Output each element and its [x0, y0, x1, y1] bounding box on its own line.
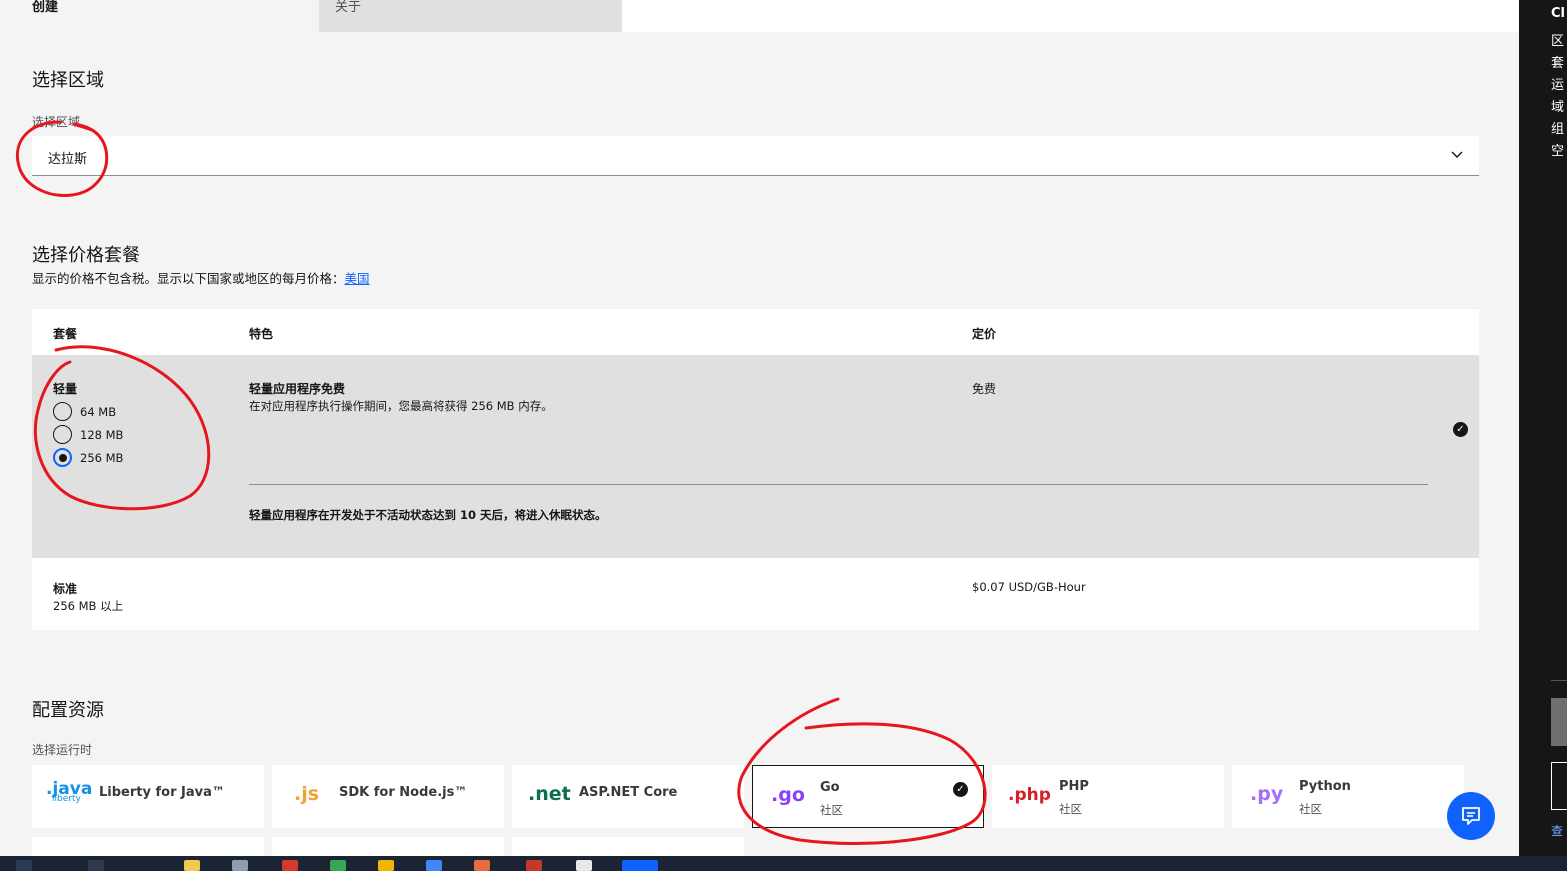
browser-icon[interactable] [330, 860, 346, 871]
os-taskbar [0, 856, 1567, 871]
radio-label: 256 MB [80, 450, 124, 465]
runtime-tile-python[interactable]: .py Python 社区 [1232, 765, 1464, 828]
radio-128mb[interactable]: 128 MB [53, 425, 123, 444]
app-icon[interactable] [378, 860, 394, 871]
app-icon[interactable] [426, 860, 442, 871]
runtime-subtitle: 社区 [1299, 802, 1322, 816]
panel-link[interactable]: 查 [1551, 822, 1563, 839]
start-icon[interactable] [16, 860, 32, 871]
resources-heading: 配置资源 [32, 700, 104, 721]
python-logo-icon: .py [1250, 783, 1284, 805]
runtime-name: Go [820, 780, 840, 795]
app-icon[interactable] [282, 860, 298, 871]
search-icon[interactable] [88, 860, 104, 871]
panel-item: 域 [1551, 100, 1565, 115]
folder-icon[interactable] [184, 860, 200, 871]
dotnet-logo-icon: .net [528, 783, 571, 805]
plan-price: $0.07 USD/GB-Hour [972, 580, 1086, 594]
runtime-tile-dotnet[interactable]: .net ASP.NET Core [512, 765, 744, 828]
checkmark-icon: ✓ [1453, 422, 1468, 437]
price-note: 显示的价格不包含税。显示以下国家或地区的每月价格：美国 [32, 268, 370, 287]
runtime-tile-nodejs[interactable]: .js SDK for Node.js™ [272, 765, 504, 828]
region-heading: 选择区域 [32, 70, 104, 91]
region-label: 选择区域 [32, 115, 81, 129]
runtime-name: SDK for Node.js™ [339, 785, 468, 800]
go-logo-icon: .go [771, 784, 805, 806]
plan-description: 256 MB 以上 [53, 599, 124, 613]
divider [1551, 680, 1567, 681]
pdf-icon[interactable] [474, 860, 490, 871]
tab-about[interactable]: 关于 [319, 0, 622, 32]
radio-label: 128 MB [80, 427, 124, 442]
country-link[interactable]: 美国 [345, 271, 370, 286]
radio-button-selected[interactable] [53, 448, 72, 467]
panel-title: Cl [1551, 6, 1565, 21]
runtime-label: 选择运行时 [32, 743, 93, 757]
tab-bar: 创建 关于 [0, 0, 1519, 32]
column-price: 定价 [972, 327, 997, 341]
order-summary-panel: Cl 区 套 运 域 组 空 查 [1519, 0, 1567, 856]
runtime-tile-java[interactable]: .java liberty Liberty for Java™ [32, 765, 264, 828]
radio-button[interactable] [53, 425, 72, 444]
checkmark-icon: ✓ [953, 782, 968, 797]
panel-item: 组 [1551, 122, 1565, 137]
settings-icon[interactable] [232, 860, 248, 871]
tab-create[interactable]: 创建 [16, 0, 319, 32]
chevron-down-icon [1451, 148, 1463, 162]
column-plan: 套餐 [53, 327, 78, 341]
plan-name: 轻量 [53, 382, 78, 396]
runtime-name: Python [1299, 779, 1351, 794]
panel-item: 套 [1551, 56, 1565, 71]
panel-item: 空 [1551, 144, 1565, 159]
radio-label: 64 MB [80, 404, 117, 419]
divider [249, 484, 1428, 485]
app-icon[interactable] [576, 860, 592, 871]
runtime-name: PHP [1059, 779, 1089, 794]
secondary-button[interactable] [1551, 762, 1567, 810]
panel-item: 区 [1551, 34, 1565, 49]
runtime-subtitle: 社区 [1059, 802, 1082, 816]
pricing-heading: 选择价格套餐 [32, 245, 140, 266]
radio-64mb[interactable]: 64 MB [53, 402, 116, 421]
chat-icon [1462, 807, 1480, 825]
plan-name: 标准 [53, 582, 78, 596]
feature-description: 在对应用程序执行操作期间，您最高将获得 256 MB 内存。 [249, 399, 553, 413]
region-value: 达拉斯 [48, 152, 88, 167]
radio-256mb[interactable]: 256 MB [53, 448, 123, 467]
app-icon[interactable] [526, 860, 542, 871]
runtime-name: Liberty for Java™ [99, 785, 225, 800]
php-logo-icon: .php [1008, 785, 1051, 805]
region-select[interactable]: 达拉斯 [32, 136, 1479, 176]
java-logo-icon: .java liberty [46, 779, 102, 804]
plan-row-lite[interactable]: 轻量 64 MB 128 MB 256 MB 轻量应用程序免费 在对应用程序执行… [32, 355, 1479, 558]
chat-button[interactable] [1447, 792, 1495, 840]
runtime-name: ASP.NET Core [579, 785, 678, 800]
plan-price: 免费 [972, 382, 997, 396]
logo-subtext: liberty [52, 794, 81, 804]
column-features: 特色 [249, 327, 274, 341]
feature-title: 轻量应用程序免费 [249, 382, 346, 396]
sleep-note: 轻量应用程序在开发处于不活动状态达到 10 天后，将进入休眠状态。 [249, 508, 607, 522]
tab-bar-fill [622, 0, 1519, 32]
price-note-text: 显示的价格不包含税。显示以下国家或地区的每月价格： [32, 271, 345, 286]
active-app-icon[interactable] [622, 860, 658, 871]
runtime-tile-go[interactable]: .go Go 社区 ✓ [752, 765, 984, 828]
plan-table-header: 套餐 特色 定价 [32, 309, 1479, 355]
runtime-subtitle: 社区 [820, 803, 843, 817]
panel-item: 运 [1551, 78, 1565, 93]
radio-button[interactable] [53, 402, 72, 421]
plan-row-standard[interactable]: 标准 256 MB 以上 $0.07 USD/GB-Hour [32, 558, 1479, 630]
runtime-tile-php[interactable]: .php PHP 社区 [992, 765, 1224, 828]
plan-table: 套餐 特色 定价 轻量 64 MB 128 MB 256 MB 轻量应用程序免费… [32, 309, 1479, 630]
create-button[interactable] [1551, 698, 1567, 746]
